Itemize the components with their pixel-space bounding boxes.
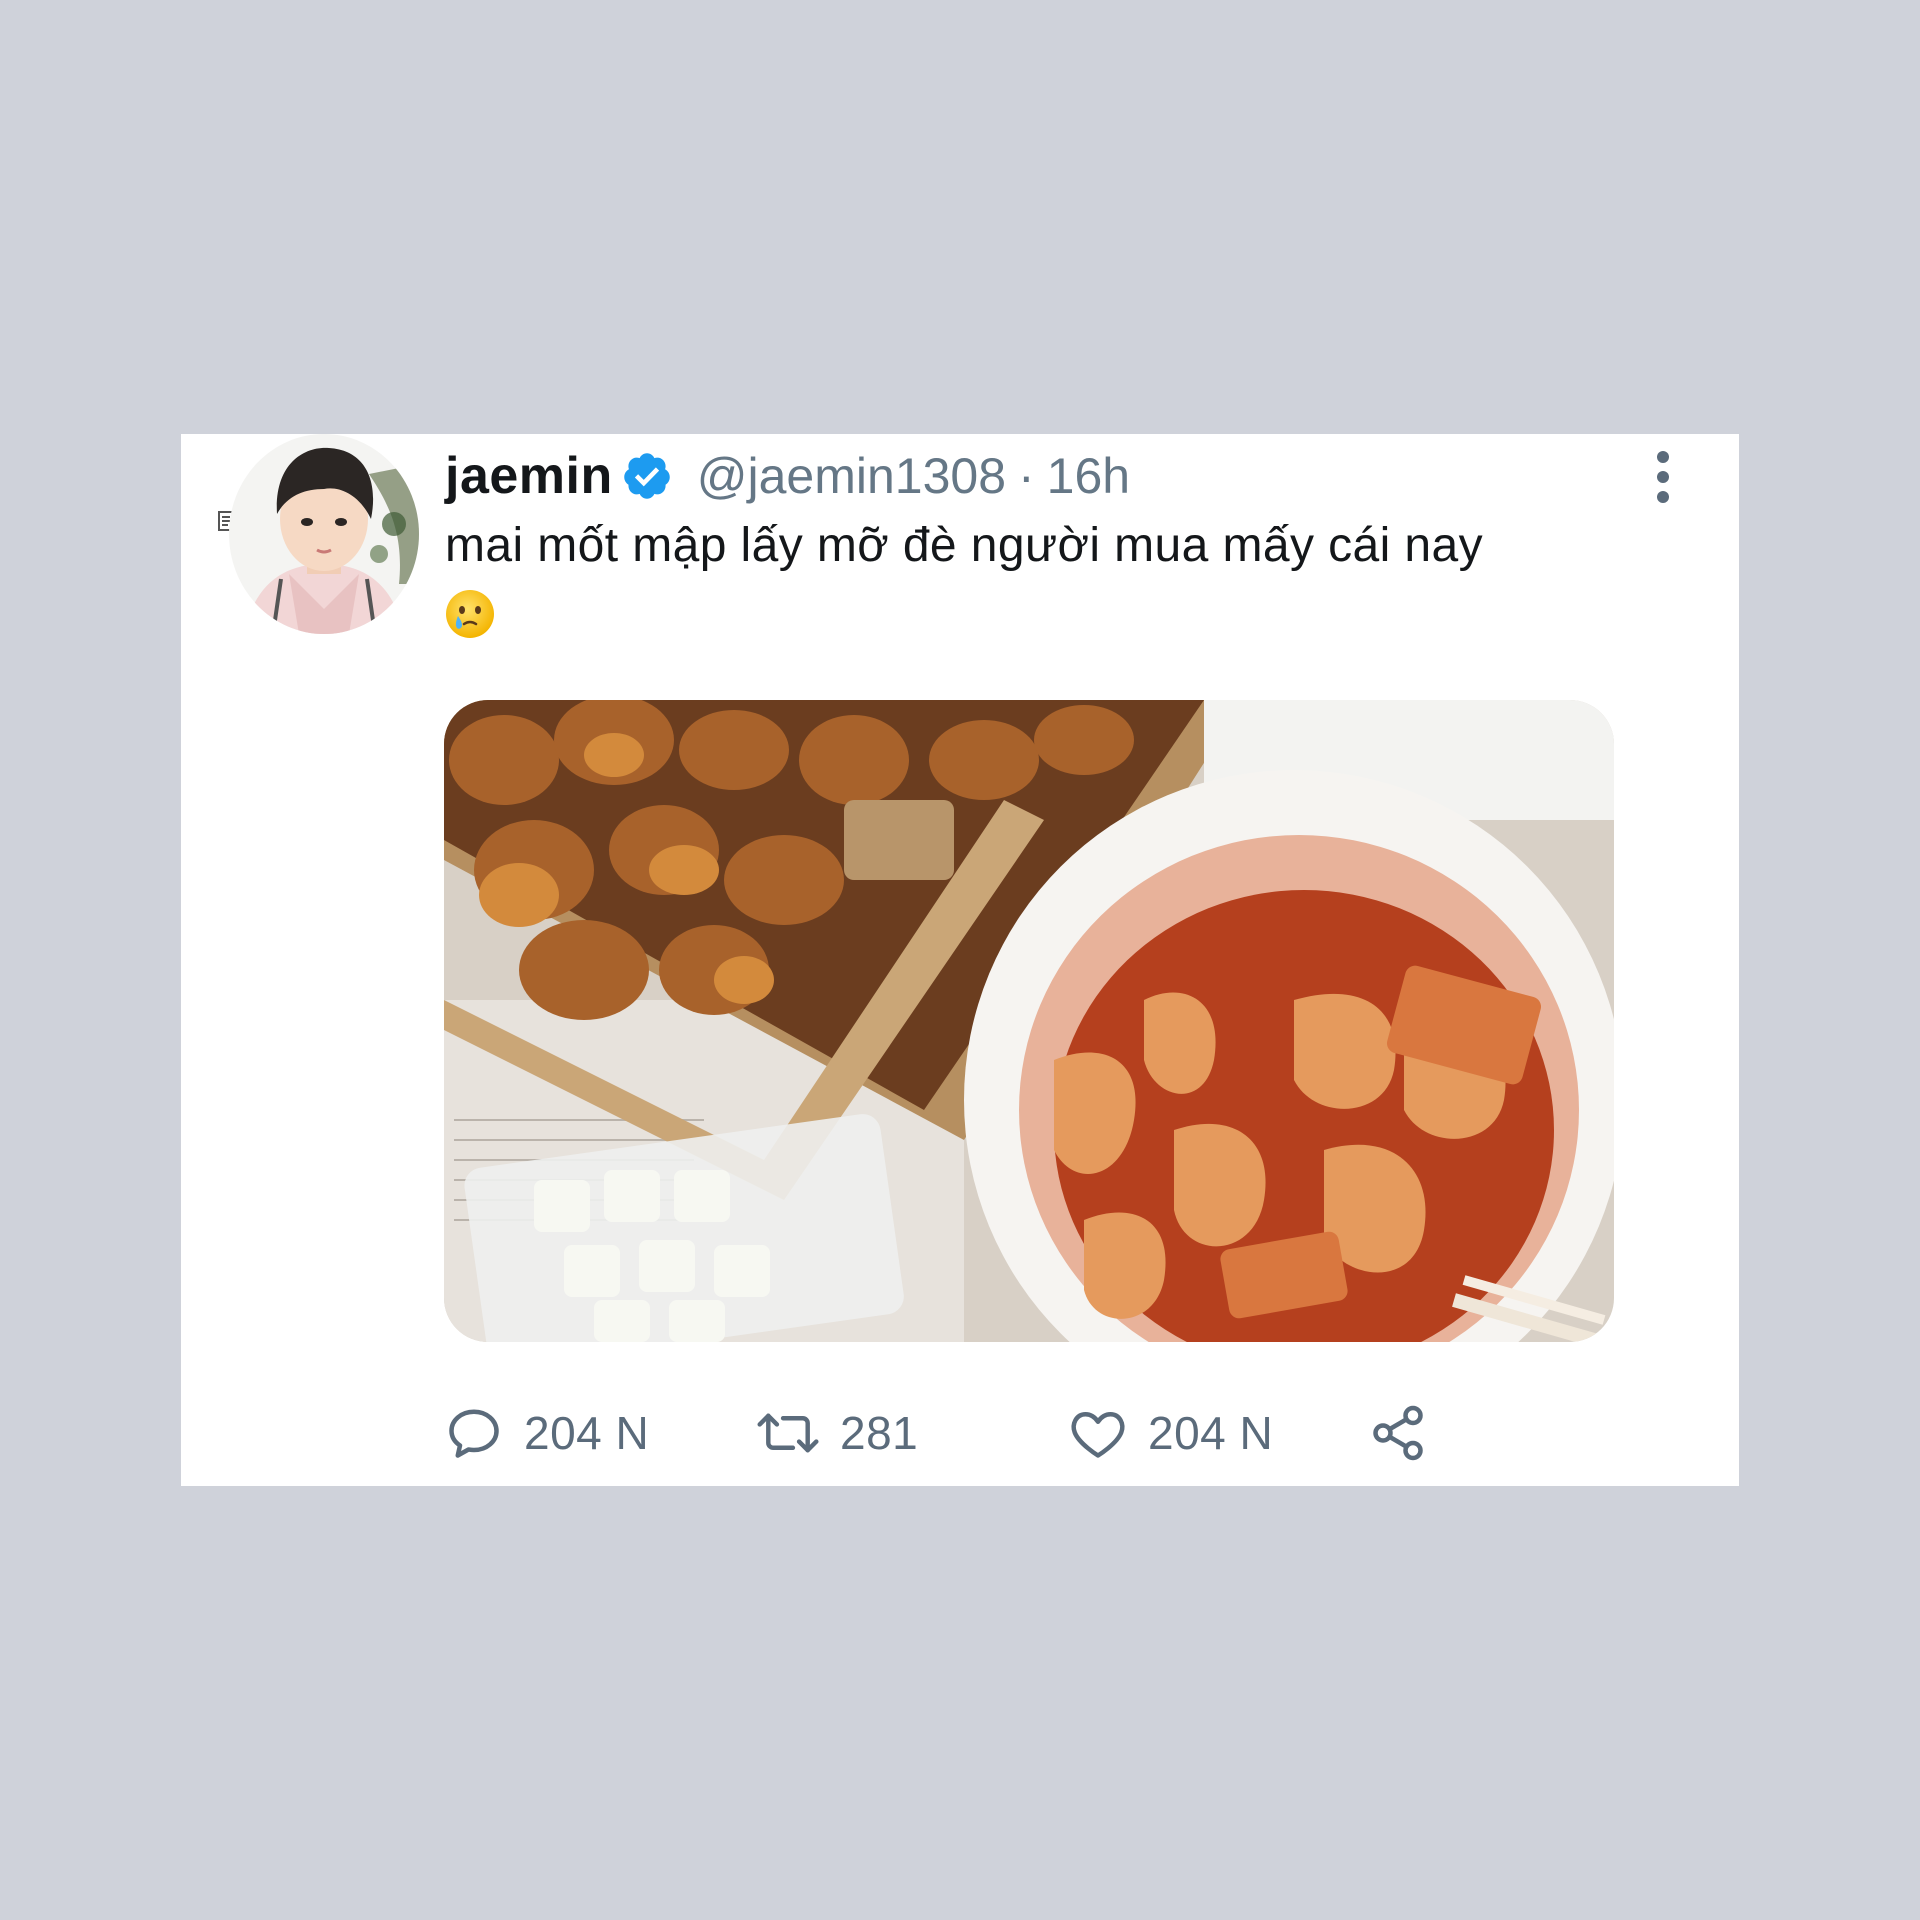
avatar[interactable] [229, 434, 419, 634]
retweet-icon [757, 1413, 819, 1453]
more-options-button[interactable] [1645, 444, 1681, 510]
tweet-card[interactable]: jaemin @jaemin1308 · 16h mai mốt mập lấy… [181, 434, 1739, 1486]
reply-icon [449, 1409, 499, 1458]
tweet-media-photo[interactable] [444, 700, 1614, 1342]
user-handle[interactable]: @jaemin1308 [697, 447, 1006, 505]
reply-button[interactable]: 204 N [444, 1398, 649, 1468]
more-vertical-icon [1657, 451, 1669, 503]
header-separator: · [1018, 448, 1035, 504]
tweet-header: jaemin @jaemin1308 · 16h [445, 444, 1130, 508]
share-button[interactable] [1368, 1398, 1428, 1468]
display-name[interactable]: jaemin [445, 446, 613, 506]
verified-badge-icon [621, 450, 673, 502]
retweet-button[interactable]: 281 [756, 1398, 918, 1468]
share-icon [1373, 1405, 1423, 1461]
reply-count: 204 N [524, 1407, 650, 1459]
face-holding-back-tears-icon [444, 588, 496, 640]
like-button[interactable]: 204 N [1068, 1398, 1273, 1468]
tweet-actions: 204 N 281 204 N [444, 1398, 1444, 1468]
tweet-text: mai mốt mập lấy mỡ đè người mua mấy cái … [445, 519, 1483, 572]
retweet-count: 281 [840, 1407, 919, 1459]
heart-icon [1071, 1412, 1125, 1458]
tweet-timestamp[interactable]: 16h [1047, 447, 1130, 505]
like-count: 204 N [1148, 1407, 1274, 1459]
